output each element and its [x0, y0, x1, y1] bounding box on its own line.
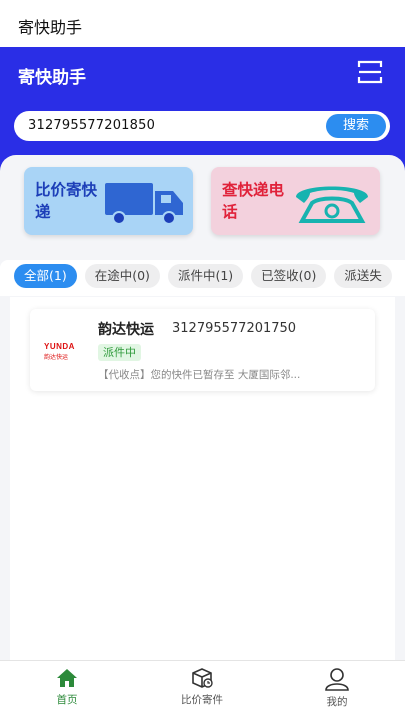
- yunda-logo: YUNDA 韵达快运: [44, 342, 86, 361]
- tab-delivery-failed[interactable]: 派送失: [334, 264, 392, 288]
- search-bar: 312795577201850 搜索: [14, 111, 390, 141]
- status-tabs: 全部(1) 在途中(0) 派件中(1) 已签收(0) 派送失: [0, 260, 405, 296]
- nav-compare-ship[interactable]: 比价寄件: [157, 667, 247, 707]
- shipment-card[interactable]: YUNDA 韵达快运 韵达快运 312795577201750 派件中 【代收点…: [30, 309, 375, 391]
- shipment-list: YUNDA 韵达快运 韵达快运 312795577201750 派件中 【代收点…: [10, 297, 395, 660]
- compare-ship-label: 比价寄快递: [35, 181, 98, 221]
- app-title: 寄快助手: [18, 68, 86, 88]
- search-button[interactable]: 搜索: [326, 114, 386, 138]
- nav-home[interactable]: 首页: [22, 667, 112, 707]
- telephone-icon: [290, 177, 374, 231]
- main-content: 比价寄快递 查快递电话 全部(1) 在途中(0) 派件中(1) 已签收(0) 派送失: [0, 155, 405, 660]
- tracking-number: 312795577201750: [172, 321, 297, 336]
- logo-subtext: 韵达快运: [44, 354, 69, 361]
- nav-compare-ship-label: 比价寄件: [181, 694, 223, 706]
- tab-delivering[interactable]: 派件中(1): [167, 264, 244, 288]
- nav-home-label: 首页: [56, 694, 78, 706]
- latest-tracking-info: 【代收点】您的快件已暂存至 大厦国际邻...: [98, 369, 301, 381]
- courier-phone-label: 查快递电话: [222, 181, 285, 221]
- scan-button[interactable]: [356, 59, 384, 85]
- user-icon: [325, 668, 349, 691]
- truck-icon: [103, 177, 187, 231]
- logo-text: YUNDA: [44, 342, 75, 351]
- status-bar-title: 寄快助手: [18, 18, 83, 37]
- tab-signed[interactable]: 已签收(0): [251, 264, 327, 288]
- package-icon: [192, 668, 213, 688]
- status-bar: 寄快助手: [0, 0, 405, 47]
- status-badge: 派件中: [98, 344, 141, 361]
- nav-profile[interactable]: 我的: [292, 667, 382, 709]
- courier-phone-card[interactable]: 查快递电话: [211, 167, 380, 235]
- compare-ship-card[interactable]: 比价寄快递: [24, 167, 193, 235]
- home-icon: [57, 669, 77, 687]
- carrier-name: 韵达快运: [98, 322, 154, 338]
- tab-in-transit[interactable]: 在途中(0): [84, 264, 160, 288]
- scan-icon: [357, 60, 383, 84]
- nav-profile-label: 我的: [326, 696, 348, 708]
- bottom-nav: 首页 比价寄件 我的: [0, 660, 405, 720]
- search-input[interactable]: 312795577201850: [28, 118, 155, 133]
- tab-all[interactable]: 全部(1): [14, 264, 77, 288]
